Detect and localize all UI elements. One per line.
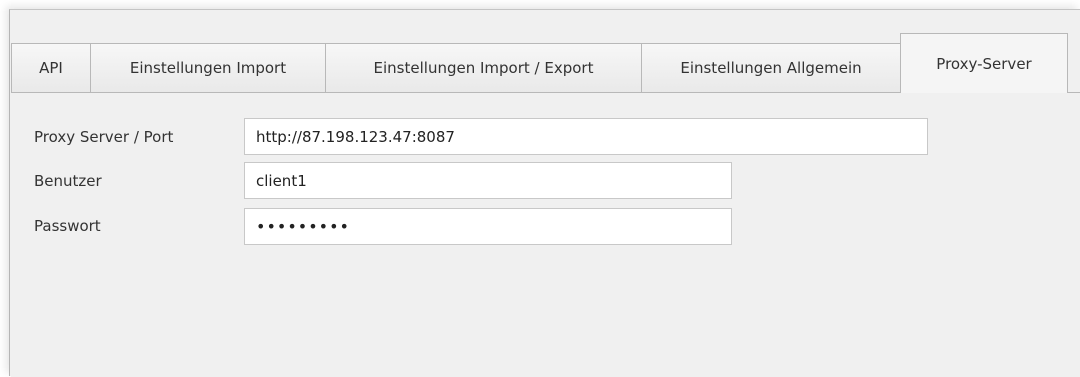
settings-window: API Einstellungen Import Einstellungen I…	[9, 9, 1080, 377]
proxy-server-port-label: Proxy Server / Port	[34, 128, 174, 146]
tab-einstellungen-import[interactable]: Einstellungen Import	[91, 43, 326, 92]
user-label: Benutzer	[34, 172, 102, 190]
tab-einstellungen-import-export[interactable]: Einstellungen Import / Export	[326, 43, 642, 92]
user-field[interactable]	[244, 162, 732, 199]
password-label: Passwort	[34, 217, 101, 235]
tab-einstellungen-allgemein[interactable]: Einstellungen Allgemein	[642, 43, 901, 92]
tab-strip: API Einstellungen Import Einstellungen I…	[11, 33, 1080, 93]
tab-api[interactable]: API	[11, 43, 91, 92]
tab-proxy-server[interactable]: Proxy-Server	[900, 33, 1068, 93]
proxy-server-panel: Proxy Server / Port Benutzer Passwort	[11, 93, 1080, 377]
proxy-server-port-field[interactable]	[244, 118, 928, 155]
password-field[interactable]	[244, 208, 732, 245]
